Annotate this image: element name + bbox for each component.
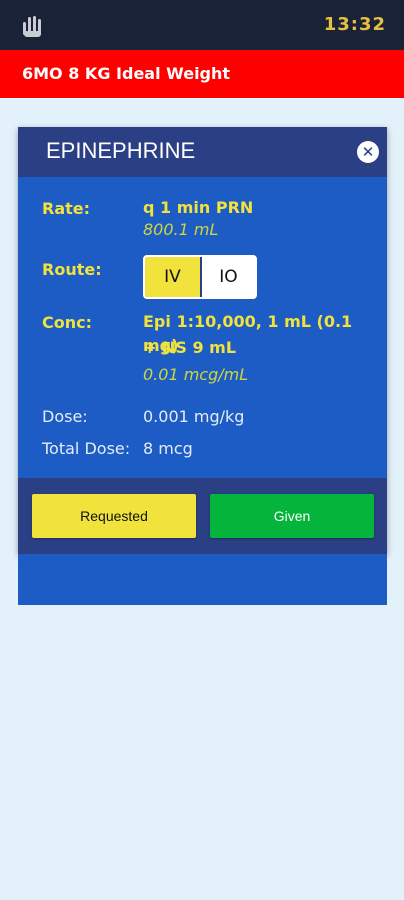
total-dose-label: Total Dose: — [42, 439, 131, 458]
patient-weight-banner: 6MO 8 KG Ideal Weight — [0, 50, 404, 98]
hand-icon — [23, 16, 41, 37]
given-button[interactable]: Given — [210, 494, 374, 538]
rate-value: q 1 min PRN — [143, 198, 254, 217]
patient-weight-text: 6MO 8 KG Ideal Weight — [22, 64, 231, 83]
route-toggle: IV IO — [143, 255, 257, 299]
conc-strength: 0.01 mcg/mL — [143, 365, 249, 384]
drug-card: EPINEPHRINE ✕ Rate: q 1 min PRN 800.1 mL… — [18, 127, 387, 605]
status-bar: 13:32 — [0, 0, 404, 50]
dose-label: Dose: — [42, 407, 88, 426]
dose-value: 0.001 mg/kg — [143, 407, 245, 426]
requested-button[interactable]: Requested — [32, 494, 196, 538]
close-icon[interactable]: ✕ — [357, 141, 379, 163]
rate-volume: 800.1 mL — [143, 220, 219, 239]
conc-label: Conc: — [42, 313, 93, 332]
status-clock: 13:32 — [323, 14, 386, 35]
route-label: Route: — [42, 260, 102, 279]
conc-line-2: + NS 9 mL — [143, 338, 237, 357]
rate-label: Rate: — [42, 199, 91, 218]
route-option-iv[interactable]: IV — [145, 257, 200, 297]
drug-card-header: EPINEPHRINE ✕ — [18, 127, 387, 177]
total-dose-value: 8 mcg — [143, 439, 193, 458]
route-option-io[interactable]: IO — [199, 257, 255, 297]
drug-title: EPINEPHRINE — [46, 138, 196, 163]
drug-card-footer: Requested Given — [18, 478, 387, 554]
